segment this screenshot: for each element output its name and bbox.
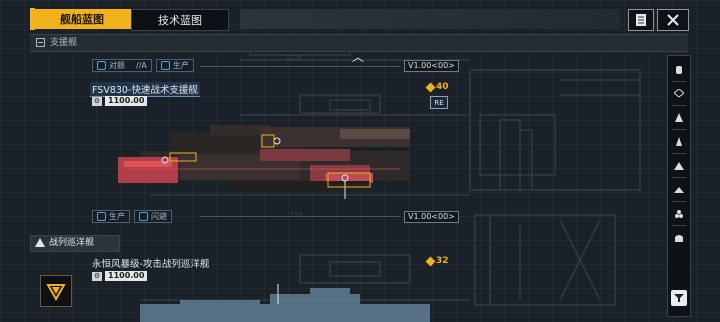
ship-class-1-icon <box>676 66 682 74</box>
fleet-emblem-icon <box>46 284 66 301</box>
ship-class-2-button[interactable] <box>673 88 685 100</box>
ship3-model[interactable] <box>120 284 450 322</box>
support-ship-icon <box>36 38 45 47</box>
antiship-icon <box>97 61 106 70</box>
ship3-cost: ⚙ 1100.00 <box>92 271 148 281</box>
ship-class-5-button[interactable] <box>673 160 685 172</box>
cost-icon: ⚙ <box>92 271 102 281</box>
close-icon <box>667 14 679 26</box>
ship-class-8-icon <box>675 235 683 242</box>
rail-separator <box>672 201 686 202</box>
divider <box>200 66 400 67</box>
ship-class-filter-rail <box>667 55 691 317</box>
ship2-re-badge: RE <box>430 96 448 109</box>
fleet-emblem-button[interactable] <box>40 275 72 307</box>
ship2-model[interactable] <box>110 115 430 205</box>
ship-class-5-icon <box>674 162 684 170</box>
ship-class-1-button[interactable] <box>673 64 685 76</box>
ship2-cost: ⚙ 1100.00 <box>92 96 148 106</box>
ship-class-3-icon <box>675 113 683 122</box>
production-icon <box>160 61 170 70</box>
ship2-tag-production: 生产 <box>92 210 130 223</box>
count-icon <box>425 82 436 92</box>
ship2-tag-evade: 闪避 <box>134 210 172 223</box>
tab-bar-fill <box>240 9 620 29</box>
svg-text:2229: 2229 <box>285 54 302 62</box>
battlecruiser-icon <box>35 238 45 247</box>
close-button[interactable] <box>657 9 689 31</box>
rail-separator <box>672 105 686 106</box>
divider <box>200 216 400 217</box>
ship1-status-row: 对舰 //A 生产 <box>92 59 194 72</box>
rail-separator <box>672 225 686 226</box>
ship2-version: V1.00<00> <box>404 211 459 223</box>
ship-class-7-button[interactable] <box>673 208 685 220</box>
rail-separator <box>672 81 686 82</box>
ship1-tag-production: 生产 <box>155 59 194 72</box>
ship2-status-row: 生产 闪避 <box>92 210 172 223</box>
rail-separator <box>672 177 686 178</box>
rail-separator <box>672 129 686 130</box>
ship3-count-badge: 32 <box>425 256 449 266</box>
top-bar: 舰船蓝图 技术蓝图 <box>0 0 720 32</box>
evade-icon <box>139 212 148 221</box>
ship-class-2-icon <box>674 89 684 98</box>
ship-class-8-button[interactable] <box>673 232 685 244</box>
ship-class-6-icon <box>674 187 684 193</box>
tab-tech-blueprint[interactable]: 技术蓝图 <box>131 9 229 31</box>
ship2-count-badge: 40 <box>425 82 449 92</box>
ship-class-4-button[interactable] <box>673 136 685 148</box>
document-button[interactable] <box>628 9 654 31</box>
ship-class-3-button[interactable] <box>673 112 685 124</box>
cost-icon: ⚙ <box>92 96 102 106</box>
filter-button[interactable] <box>671 290 687 306</box>
production-icon <box>97 212 106 221</box>
svg-text:255: 255 <box>290 211 303 219</box>
ship-class-6-button[interactable] <box>673 184 685 196</box>
ship1-tag-antiship: 对舰 //A <box>92 59 152 72</box>
scroll-up-chevron-icon[interactable]: ︿ <box>352 48 364 65</box>
tab-ship-blueprint[interactable]: 舰船蓝图 <box>33 9 131 29</box>
ship1-version: V1.00<00> <box>404 60 459 72</box>
ship-class-4-icon <box>676 137 682 146</box>
ship2-title[interactable]: FSV830-快速战术支援舰 <box>90 82 200 97</box>
count-icon <box>425 256 436 266</box>
category-label: 支援舰 <box>50 38 78 48</box>
filter-icon <box>674 294 684 302</box>
ship3-title[interactable]: 永恒风暴级-攻击战列巡洋舰 <box>90 256 211 270</box>
ship-class-7-icon <box>675 210 683 218</box>
document-icon <box>636 14 646 26</box>
tab-strip: 舰船蓝图 技术蓝图 <box>33 9 229 31</box>
rail-separator <box>672 153 686 154</box>
